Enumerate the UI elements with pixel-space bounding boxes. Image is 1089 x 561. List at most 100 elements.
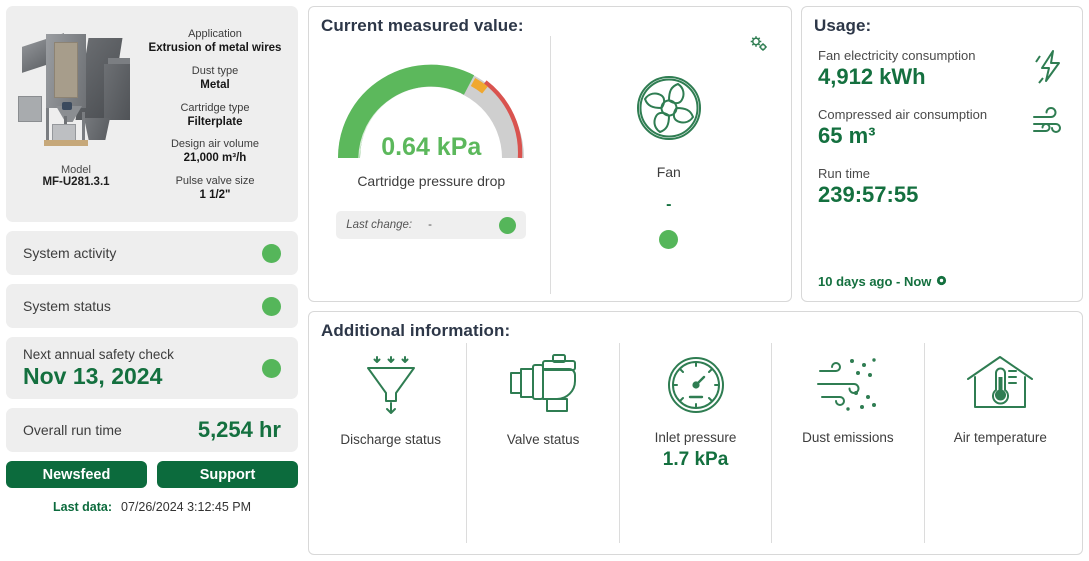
overall-runtime-value: 5,254 hr (197, 417, 281, 442)
additional-panel-title: Additional information: (321, 321, 511, 340)
status-dot-fan (659, 230, 679, 249)
measured-body: 0.64 kPa Cartridge pressure drop Last ch… (309, 36, 791, 300)
spec-label: Cartridge type (180, 101, 250, 114)
spec-design-air-volume: Design air volume 21,000 m³/h (171, 137, 259, 166)
additional-label: Discharge status (340, 432, 441, 447)
status-dot-system-activity (262, 243, 281, 263)
system-status-label: System status (23, 298, 111, 314)
lightning-bolt-icon (1034, 48, 1066, 89)
model-value: MF-U281.3.1 (42, 176, 110, 188)
usage-label: Fan electricity consumption (818, 48, 976, 63)
spec-value: 21,000 m³/h (183, 152, 247, 165)
usage-value: 239:57:55 (818, 182, 919, 207)
settings-gear-icon[interactable] (749, 35, 769, 59)
action-button-row: Newsfeed Support (6, 461, 298, 488)
additional-item-dust-emissions[interactable]: Dust emissions (772, 343, 925, 543)
spec-label: Pulse valve size (175, 175, 255, 188)
system-activity-label: System activity (23, 245, 117, 261)
usage-value: 65 m³ (818, 123, 876, 148)
dashboard-root: Model MF-U281.3.1 Application Extrusion … (0, 0, 1089, 561)
top-panels-row: Current measured value: 0.64 kPa Cartrid… (308, 6, 1083, 302)
usage-time-range-label: 10 days ago - Now (818, 274, 932, 289)
fan-column: Fan - (551, 36, 788, 294)
machine-spec-list: Application Extrusion of metal wires Dus… (142, 12, 294, 218)
machine-image-block: Model MF-U281.3.1 (10, 12, 142, 218)
fan-label: Fan (656, 164, 681, 180)
dust-collector-image (16, 20, 136, 160)
measured-panel-title: Current measured value: (321, 16, 524, 35)
usage-text: Fan electricity consumption 4,912 kWh (818, 48, 976, 90)
spec-pulse-valve-size: Pulse valve size 1 1/2" (176, 174, 255, 203)
usage-text: Compressed air consumption 65 m³ (818, 107, 987, 149)
usage-list: Fan electricity consumption 4,912 kWh Co… (802, 36, 1082, 208)
status-dot-safety-check (262, 358, 281, 378)
support-button[interactable]: Support (157, 461, 298, 488)
pressure-gauge-icon (664, 353, 728, 422)
usage-panel: Usage: Fan electricity consumption 4,912… (801, 6, 1083, 302)
safety-check-text: Next annual safety check Nov 13, 2024 (23, 347, 174, 390)
usage-panel-title: Usage: (814, 16, 872, 35)
additional-label: Dust emissions (802, 430, 894, 445)
usage-item-fan-electricity: Fan electricity consumption 4,912 kWh (818, 48, 1066, 90)
model-label: Model (61, 164, 91, 176)
additional-items-row: Discharge status Valve status Inlet pres… (309, 341, 1082, 551)
usage-time-range[interactable]: 10 days ago - Now (818, 274, 947, 289)
spec-value: Extrusion of metal wires (148, 42, 282, 55)
safety-check-date: Nov 13, 2024 (23, 362, 163, 389)
system-status-row[interactable]: System status (6, 284, 298, 328)
additional-item-valve-status[interactable]: Valve status (467, 343, 620, 543)
fan-value: - (666, 196, 672, 213)
additional-label: Inlet pressure (654, 430, 737, 445)
right-content: Current measured value: 0.64 kPa Cartrid… (308, 6, 1083, 555)
additional-label: Valve status (506, 432, 580, 447)
gauge-column: 0.64 kPa Cartridge pressure drop Last ch… (313, 36, 551, 294)
additional-label: Air temperature (953, 430, 1047, 445)
additional-item-air-temperature[interactable]: Air temperature (925, 343, 1076, 543)
solenoid-valve-icon (507, 353, 579, 424)
spec-label: Dust type (191, 64, 239, 77)
gauge-value: 0.64 kPa (381, 133, 482, 161)
status-dot-last-change (499, 216, 517, 234)
overall-runtime-label: Overall run time (23, 422, 122, 438)
usage-text: Run time 239:57:55 (818, 166, 918, 208)
usage-value: 4,912 kWh (818, 64, 926, 89)
last-data-label: Last data: (52, 500, 113, 514)
current-measured-value-panel: Current measured value: 0.64 kPa Cartrid… (308, 6, 792, 302)
last-change-bar: Last change: - (336, 211, 527, 239)
usage-label: Compressed air consumption (818, 107, 988, 122)
spec-label: Design air volume (170, 138, 260, 151)
house-thermometer-icon (962, 353, 1038, 422)
newsfeed-button[interactable]: Newsfeed (6, 461, 147, 488)
left-sidebar: Model MF-U281.3.1 Application Extrusion … (6, 6, 298, 555)
spec-application: Application Extrusion of metal wires (149, 27, 282, 56)
machine-info-card: Model MF-U281.3.1 Application Extrusion … (6, 6, 298, 222)
spec-cartridge-type: Cartridge type Filterplate (180, 101, 249, 130)
additional-item-inlet-pressure[interactable]: Inlet pressure 1.7 kPa (620, 343, 773, 543)
safety-check-label: Next annual safety check (23, 346, 174, 362)
usage-item-run-time: Run time 239:57:55 (818, 166, 1066, 208)
overall-runtime-card: Overall run time 5,254 hr (6, 408, 298, 452)
fan-icon (627, 66, 711, 155)
last-data-row: Last data: 07/26/2024 3:12:45 PM (6, 497, 298, 514)
spec-value: 1 1/2" (199, 189, 231, 202)
system-activity-row[interactable]: System activity (6, 231, 298, 275)
last-data-value: 07/26/2024 3:12:45 PM (121, 500, 251, 514)
spec-dust-type: Dust type Metal (192, 64, 238, 93)
usage-label: Run time (818, 166, 871, 181)
dust-wind-icon (812, 353, 884, 422)
time-range-gear-icon[interactable] (936, 274, 947, 289)
spec-value: Metal (200, 78, 230, 91)
spec-value: Filterplate (187, 115, 243, 128)
additional-item-discharge-status[interactable]: Discharge status (315, 343, 468, 543)
usage-item-compressed-air: Compressed air consumption 65 m³ (818, 107, 1066, 149)
last-change-label: Last change: (346, 219, 413, 231)
additional-value: 1.7 kPa (662, 449, 729, 470)
cartridge-pressure-gauge: 0.64 kPa (331, 50, 531, 166)
additional-information-panel: Additional information: Discharge status… (308, 311, 1083, 555)
gauge-caption: Cartridge pressure drop (357, 173, 506, 189)
spec-label: Application (188, 28, 242, 40)
safety-check-card[interactable]: Next annual safety check Nov 13, 2024 (6, 337, 298, 399)
status-dot-system-status (262, 296, 281, 316)
last-change-value: - (428, 219, 432, 231)
funnel-discharge-icon (360, 353, 422, 424)
